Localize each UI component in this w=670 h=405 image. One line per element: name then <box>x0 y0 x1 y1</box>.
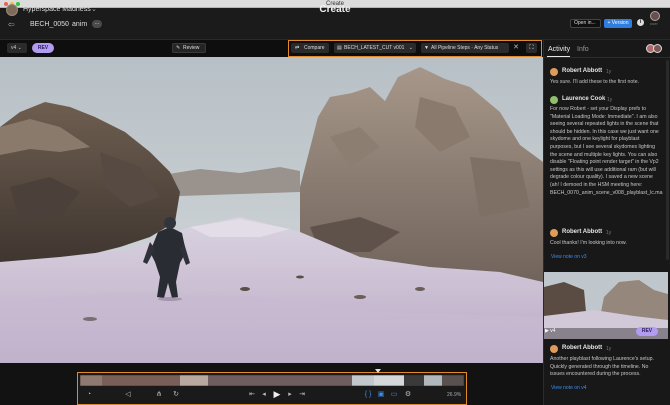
playlist-icon: ▤ <box>337 45 342 51</box>
info-icon[interactable]: i <box>637 19 644 26</box>
version-select[interactable]: v4 ⌄ <box>7 43 27 53</box>
next-frame-icon[interactable]: ▸ <box>285 390 295 399</box>
user-avatar[interactable] <box>650 11 660 21</box>
timeline-clips <box>79 374 465 387</box>
compare-label: Compare <box>304 45 325 51</box>
media-list-icon[interactable]: ▣ <box>376 390 386 399</box>
breadcrumb-step[interactable]: anim <box>72 21 87 28</box>
render-frame-image <box>0 57 543 363</box>
play-icon[interactable]: ▶ <box>272 390 282 399</box>
media-viewer[interactable] <box>0 57 543 363</box>
window-title: Create <box>325 1 344 7</box>
filter-label: All Pipeline Steps · Any Status <box>431 45 499 51</box>
in-out-icon[interactable]: { } <box>363 390 373 399</box>
cut-select-value: BECH_LATEST_CUT v001 <box>344 45 405 51</box>
compare-icon: ⇄ <box>295 45 300 51</box>
cast-icon[interactable]: ◔ <box>84 390 94 399</box>
thumbnail-version: v4 <box>550 328 556 334</box>
avatar <box>550 345 558 353</box>
comment-text: For now Robert - set your Display prefs … <box>550 106 663 196</box>
user-label: user <box>650 21 658 26</box>
tab-info[interactable]: Info <box>577 46 589 53</box>
close-compare-icon[interactable]: ✕ <box>512 43 520 53</box>
rev-status-badge[interactable]: REV <box>636 327 658 336</box>
breadcrumb-separator: › <box>65 21 68 28</box>
last-frame-icon[interactable]: ⇥ <box>297 390 307 399</box>
open-in-button[interactable]: Open in... <box>570 19 601 28</box>
screen-icon[interactable]: ▭ <box>389 390 399 399</box>
chevron-down-icon: ⌄ <box>408 45 413 51</box>
avatar <box>550 229 558 237</box>
back-arrow-icon[interactable]: ⇦ <box>8 20 15 29</box>
version-select-value: v4 <box>11 45 17 51</box>
window-titlebar: Create <box>0 0 670 8</box>
avatar <box>550 96 558 104</box>
chevron-down-icon: ⌄ <box>17 45 22 51</box>
comment-time: 1y <box>607 97 613 103</box>
project-avatar[interactable] <box>6 4 18 16</box>
thumbnail-play-icon[interactable]: ▶ v4 <box>545 328 556 334</box>
tab-activity[interactable]: Activity <box>548 46 570 53</box>
cut-select[interactable]: ▤ BECH_LATEST_CUT v001 ⌄ <box>334 43 416 53</box>
panel-scrollbar[interactable] <box>666 60 669 260</box>
comment-text: Another playblast following Laurence's s… <box>550 356 654 378</box>
add-version-button[interactable]: + Version <box>604 19 632 28</box>
loop-icon[interactable]: ↻ <box>171 390 181 399</box>
volume-icon[interactable]: ◁ <box>123 390 133 399</box>
breadcrumb-shot[interactable]: BECH_0050 <box>30 21 69 28</box>
review-label: Review <box>183 45 200 51</box>
avatar <box>550 68 558 76</box>
compare-button[interactable]: ⇄ Compare <box>291 43 329 53</box>
settings-icon[interactable]: ⚙ <box>403 390 413 399</box>
view-note-link[interactable]: View note on v4 <box>551 385 587 391</box>
comment-time: 1y <box>606 69 612 75</box>
comment-time: 1y <box>606 230 612 236</box>
playhead[interactable] <box>375 369 381 373</box>
pencil-icon: ✎ <box>176 45 181 51</box>
view-note-link[interactable]: View note on v3 <box>551 254 587 260</box>
split-icon[interactable]: ⋔ <box>154 390 164 399</box>
avatar <box>653 44 662 53</box>
chevron-down-icon[interactable]: ⌄ <box>91 5 97 13</box>
breadcrumb-more-button[interactable]: ... <box>92 20 102 28</box>
rev-status-badge[interactable]: REV <box>32 43 54 53</box>
prev-frame-icon[interactable]: ◂ <box>259 390 269 399</box>
comment-text: Cool thanks! I'm looking into now. <box>550 240 627 246</box>
comment-author[interactable]: Laurence Cook <box>562 96 605 102</box>
review-button[interactable]: ✎ Review <box>172 43 206 53</box>
first-frame-icon[interactable]: ⇤ <box>247 390 257 399</box>
tabs-divider <box>543 57 670 58</box>
pipeline-filter-button[interactable]: ▼ All Pipeline Steps · Any Status <box>421 43 509 53</box>
fullscreen-icon[interactable]: ⛶ <box>526 43 537 53</box>
comment-text: Yes sure. I'll add these to the first no… <box>550 79 640 85</box>
comment-time: 1y <box>606 346 612 352</box>
zoom-level: 26.9% <box>447 392 462 398</box>
project-name[interactable]: Hyperspace Madness <box>23 6 91 13</box>
filter-icon: ▼ <box>424 45 429 51</box>
timeline-strip[interactable] <box>79 374 465 387</box>
comment-author[interactable]: Robert Abbott <box>562 68 602 74</box>
comment-author[interactable]: Robert Abbott <box>562 229 602 235</box>
participant-avatars[interactable] <box>646 44 666 53</box>
comment-author[interactable]: Robert Abbott <box>562 345 602 351</box>
